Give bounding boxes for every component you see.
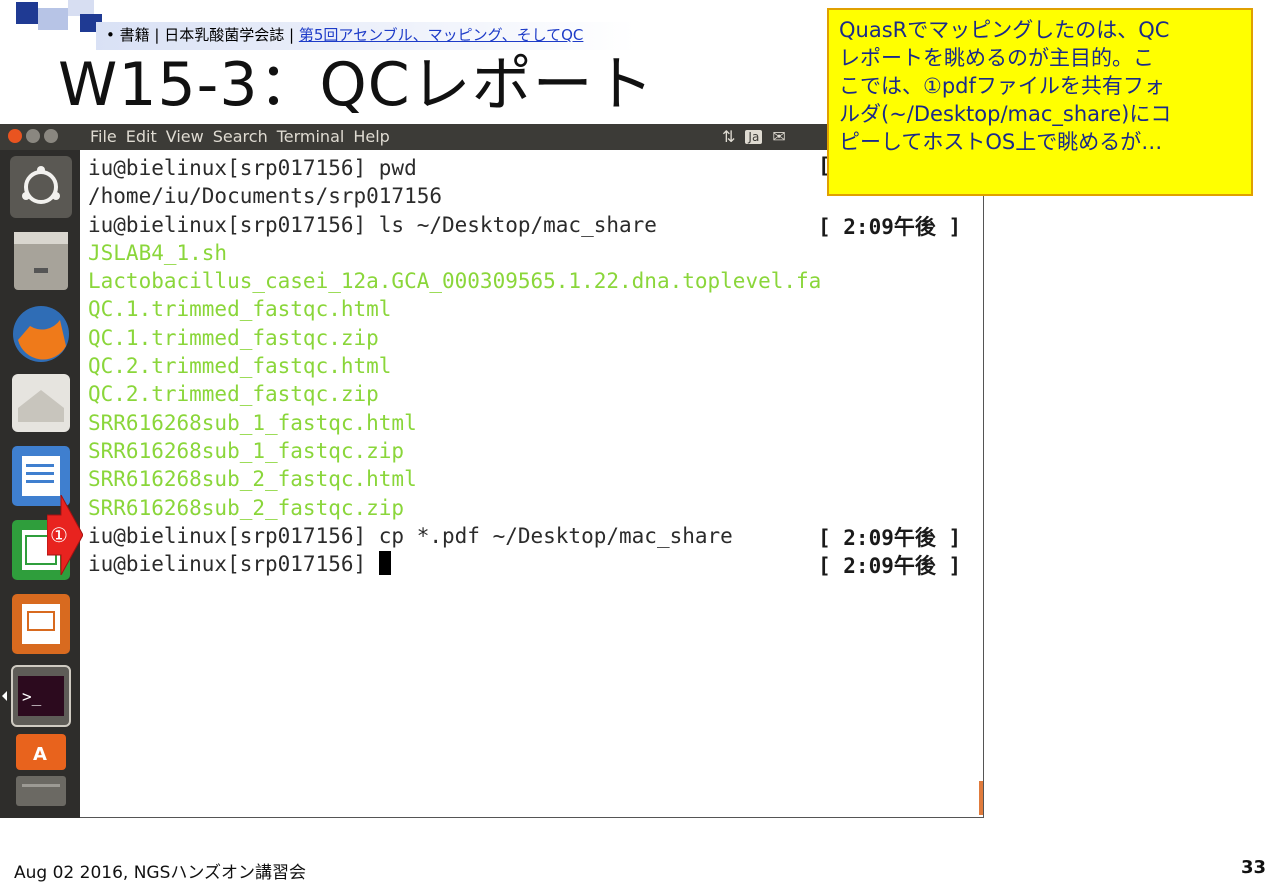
callout-line: QuasRでマッピングしたのは、QC bbox=[839, 18, 1170, 42]
terminal-line: QC.2.trimmed_fastqc.html bbox=[88, 354, 392, 379]
launcher-icons: >_ A bbox=[2, 156, 72, 806]
breadcrumb-text: 書籍 | 日本乳酸菌学会誌 | bbox=[119, 26, 299, 44]
page-number: 33 bbox=[1240, 857, 1266, 878]
mail-indicator-icon[interactable]: ✉ bbox=[772, 127, 785, 146]
close-window-button[interactable] bbox=[8, 129, 22, 143]
slide-decoration bbox=[38, 8, 68, 30]
bullet: • bbox=[106, 26, 115, 44]
menu-file[interactable]: File bbox=[90, 126, 117, 147]
breadcrumb-link[interactable]: 第5回アセンブル、マッピング、そしてQC bbox=[299, 26, 584, 44]
step-arrow-icon: ① bbox=[47, 495, 83, 575]
minimize-window-button[interactable] bbox=[26, 129, 40, 143]
system-tray: ⇅ Ja ✉ bbox=[722, 127, 786, 146]
software-center-icon[interactable]: A bbox=[16, 734, 66, 770]
menu-view[interactable]: View bbox=[166, 126, 204, 147]
terminal-line: QC.2.trimmed_fastqc.zip bbox=[88, 382, 379, 407]
terminal-line: SRR616268sub_1_fastqc.zip bbox=[88, 438, 405, 463]
terminal-icon[interactable]: >_ bbox=[11, 665, 71, 727]
active-app-indicator bbox=[2, 691, 7, 701]
terminal-output: iu@bielinux[srp017156] pwd/home/iu/Docum… bbox=[88, 154, 821, 578]
terminal-prompt: iu@bielinux[srp017156] bbox=[88, 552, 379, 577]
terminal-line: iu@bielinux[srp017156] ls ~/Desktop/mac_… bbox=[88, 212, 657, 237]
callout-line: ピーしてホストOS上で眺めるが… bbox=[839, 130, 1163, 154]
unity-launcher: >_ A bbox=[0, 150, 80, 818]
input-method-indicator[interactable]: Ja bbox=[745, 129, 763, 144]
terminal-line: JSLAB4_1.sh bbox=[88, 240, 228, 265]
terminal-line: SRR616268sub_1_fastqc.html bbox=[88, 410, 417, 435]
terminal-line: Lactobacillus_casei_12a.GCA_000309565.1.… bbox=[88, 269, 822, 294]
breadcrumb: • 書籍 | 日本乳酸菌学会誌 | 第5回アセンブル、マッピング、そしてQC bbox=[106, 24, 583, 45]
impress-icon[interactable] bbox=[12, 594, 70, 654]
scroll-indicator bbox=[979, 781, 983, 815]
terminal-line: iu@bielinux[srp017156] pwd bbox=[88, 156, 417, 180]
timestamp: [ 2:09午後 ] bbox=[818, 526, 962, 550]
callout-line: レポートを眺めるのが主目的。こ bbox=[839, 46, 1154, 70]
timestamp: [ 2:09午後 ] bbox=[818, 214, 962, 239]
terminal-cursor bbox=[378, 551, 391, 576]
menu-edit[interactable]: Edit bbox=[126, 126, 157, 147]
ubuntu-dash-icon[interactable] bbox=[10, 156, 72, 218]
terminal-line: SRR616268sub_2_fastqc.zip bbox=[88, 495, 405, 520]
footer-text: Aug 02 2016, NGSハンズオン講習会 bbox=[14, 863, 307, 883]
terminal-line: iu@bielinux[srp017156] cp *.pdf ~/Deskto… bbox=[88, 523, 733, 548]
menu-search[interactable]: Search bbox=[213, 126, 268, 147]
trash-icon[interactable] bbox=[16, 776, 66, 806]
network-updown-icon[interactable]: ⇅ bbox=[722, 127, 735, 146]
slide-decoration bbox=[16, 2, 38, 24]
callout-line: ルダ(~/Desktop/mac_share)にコ bbox=[839, 102, 1172, 126]
menu-help[interactable]: Help bbox=[353, 126, 389, 147]
terminal-line: QC.1.trimmed_fastqc.zip bbox=[88, 325, 379, 350]
terminal-window[interactable]: iu@bielinux[srp017156] pwd/home/iu/Docum… bbox=[80, 150, 984, 818]
slide-title: W15-3：QCレポート bbox=[58, 50, 655, 120]
terminal-line: /home/iu/Documents/srp017156 bbox=[88, 184, 443, 209]
terminal-line: SRR616268sub_2_fastqc.html bbox=[88, 467, 417, 492]
mail-icon[interactable] bbox=[12, 374, 70, 432]
terminal-prompt-line[interactable]: iu@bielinux[srp017156] bbox=[88, 550, 821, 578]
callout-box: QuasRでマッピングしたのは、QC レポートを眺めるのが主目的。こ こでは、①… bbox=[827, 8, 1253, 196]
svg-text:A: A bbox=[33, 744, 47, 765]
maximize-window-button[interactable] bbox=[44, 129, 58, 143]
menu-items: File Edit View Search Terminal Help bbox=[90, 126, 390, 147]
step-marker: ① bbox=[50, 523, 68, 547]
firefox-icon[interactable] bbox=[13, 306, 69, 362]
terminal-line: QC.1.trimmed_fastqc.html bbox=[88, 297, 392, 322]
svg-text:>_: >_ bbox=[22, 687, 42, 706]
menu-terminal[interactable]: Terminal bbox=[277, 126, 345, 147]
timestamp: [ 2:09午後 ] bbox=[818, 554, 962, 579]
files-icon[interactable] bbox=[14, 232, 68, 290]
callout-line: こでは、①pdfファイルを共有フォ bbox=[839, 74, 1165, 98]
